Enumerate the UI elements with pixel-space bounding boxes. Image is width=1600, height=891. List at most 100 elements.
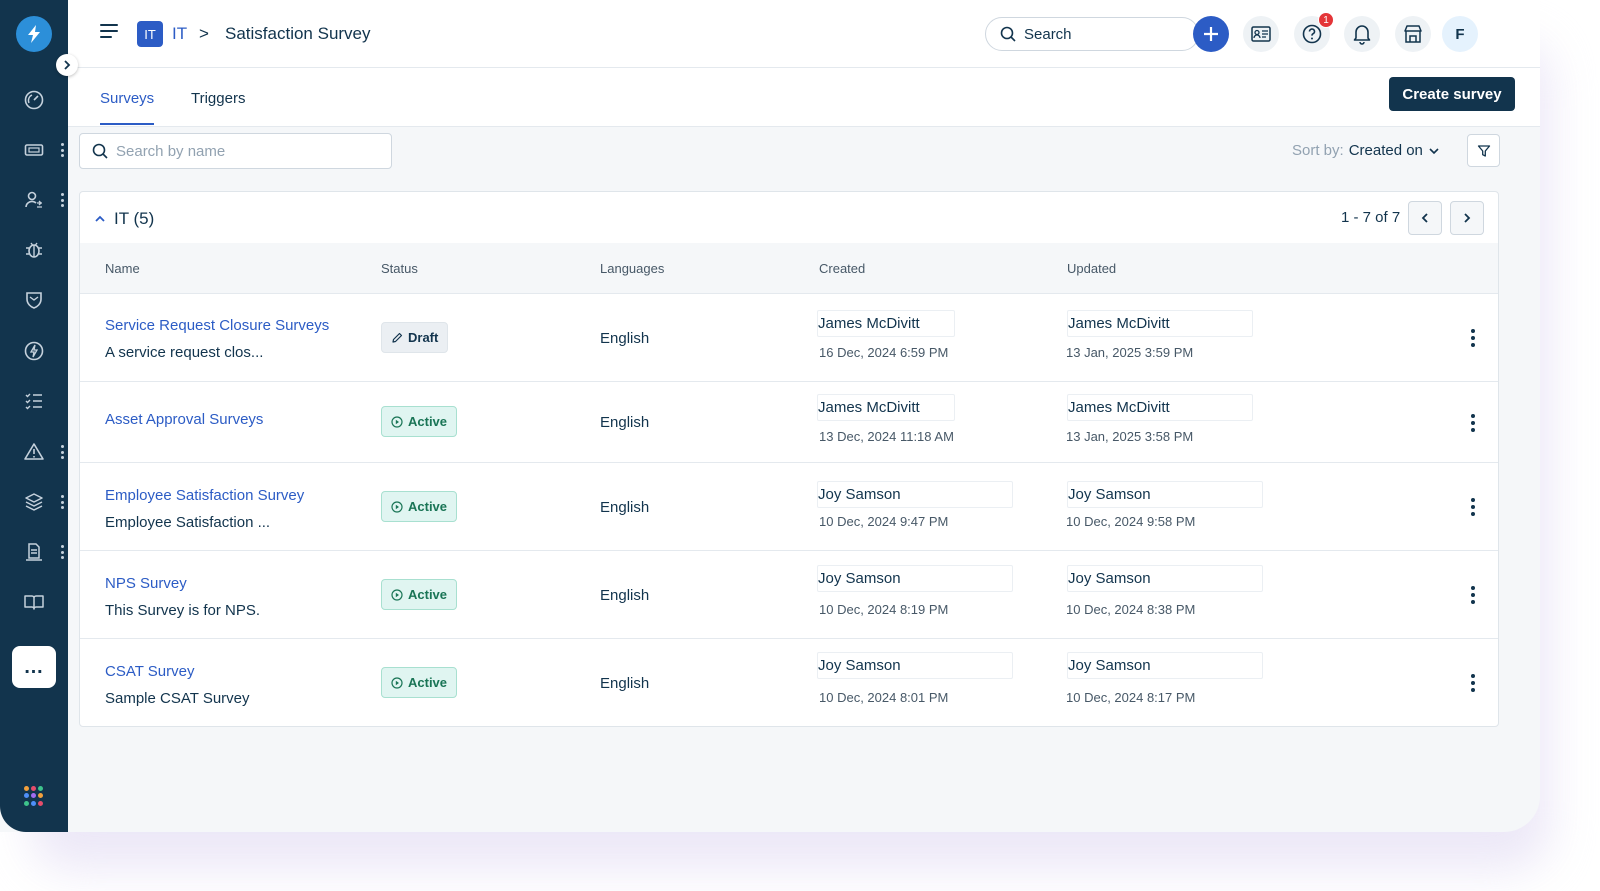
rail-tickets-menu-icon[interactable] [61,143,64,157]
contact-card-button[interactable] [1243,16,1279,52]
sort-dropdown[interactable]: Sort by: Created on [1292,142,1440,159]
row-actions-menu-icon[interactable] [1470,329,1476,347]
shield-icon [26,292,42,309]
column-name[interactable]: Name [105,261,140,276]
help-button[interactable]: 1 [1294,12,1334,52]
survey-description: Sample CSAT Survey [105,690,250,707]
created-by: Joy Samson [817,565,1013,592]
rail-contacts-menu-icon[interactable] [61,193,64,207]
rail-alerts[interactable] [0,432,68,472]
top-bar: IT IT > Satisfaction Survey Search 1 F [68,0,1540,68]
rail-solutions[interactable] [0,532,68,572]
previous-page-button[interactable] [1408,201,1442,235]
create-survey-button[interactable]: Create survey [1389,77,1515,111]
survey-language: English [600,587,650,604]
chevron-right-icon [1464,213,1471,223]
rail-expand-button[interactable] [56,54,78,76]
filter-button[interactable] [1467,134,1500,167]
apps-icon[interactable] [24,786,44,806]
dashboard-icon [24,90,44,110]
status-badge: Active [381,406,458,437]
row-actions-menu-icon[interactable] [1470,498,1476,516]
id-card-icon [1251,26,1271,42]
table-row[interactable]: NPS Survey This Survey is for NPS. Activ… [80,551,1498,639]
column-languages[interactable]: Languages [600,261,664,276]
survey-name-link[interactable]: CSAT Survey [105,663,194,680]
rail-tickets[interactable] [0,130,68,170]
status-label: Active [408,675,448,690]
play-circle-icon [391,588,403,601]
chevron-left-icon [1421,213,1428,223]
group-header[interactable]: IT (5) [94,209,154,229]
rail-solutions-menu-icon[interactable] [61,545,64,559]
updated-by: Joy Samson [1067,565,1263,592]
rail-assets[interactable] [0,482,68,522]
updated-by: James McDivitt [1067,394,1253,421]
rail-dashboard[interactable] [0,80,68,120]
created-on: 10 Dec, 2024 8:01 PM [819,690,949,705]
survey-search-placeholder: Search by name [116,142,226,160]
help-notification-badge: 1 [1318,12,1334,28]
next-page-button[interactable] [1450,201,1484,235]
breadcrumb-workspace[interactable]: IT [172,24,187,44]
survey-description: A service request clos... [105,344,264,361]
survey-name-link[interactable]: Service Request Closure Surveys [105,317,329,334]
help-icon [1302,24,1322,44]
updated-on: 10 Dec, 2024 8:38 PM [1066,602,1196,617]
global-search-label: Search [1024,25,1072,43]
bell-icon [1353,25,1371,45]
row-actions-menu-icon[interactable] [1470,414,1476,432]
survey-language: English [600,414,650,431]
row-actions-menu-icon[interactable] [1470,586,1476,604]
search-icon [1000,26,1016,42]
table-row[interactable]: Employee Satisfaction Survey Employee Sa… [80,463,1498,551]
created-by: James McDivitt [817,310,955,337]
global-search-input[interactable]: Search [985,17,1199,51]
updated-on: 13 Jan, 2025 3:58 PM [1066,429,1194,444]
table-row[interactable]: CSAT Survey Sample CSAT Survey Active En… [80,639,1498,726]
play-circle-icon [391,676,403,689]
rail-alerts-menu-icon[interactable] [61,445,64,459]
marketplace-button[interactable] [1395,16,1431,52]
rail-knowledge[interactable] [0,582,68,622]
product-logo-icon[interactable] [16,16,52,52]
more-icon[interactable]: … [12,646,56,688]
tasks-icon [25,393,42,410]
layers-icon [25,493,43,511]
survey-name-link[interactable]: Employee Satisfaction Survey [105,487,304,504]
survey-search-input[interactable]: Search by name [79,133,392,169]
user-avatar[interactable]: F [1442,16,1478,52]
sort-label: Sort by: [1292,142,1344,159]
rail-changes[interactable] [0,280,68,320]
rail-tasks[interactable] [0,381,68,421]
survey-name-link[interactable]: Asset Approval Surveys [105,411,263,428]
updated-on: 10 Dec, 2024 8:17 PM [1066,690,1196,705]
tab-surveys[interactable]: Surveys [100,90,155,125]
workspace-badge[interactable]: IT [137,21,163,47]
rail-problems[interactable] [0,230,68,270]
sort-value: Created on [1348,142,1423,159]
tab-triggers[interactable]: Triggers [191,90,245,123]
rail-contacts[interactable] [0,180,68,220]
table-row[interactable]: Service Request Closure Surveys A servic… [80,294,1498,382]
rail-releases[interactable] [0,331,68,371]
new-item-button[interactable] [1193,16,1229,52]
created-by: Joy Samson [817,481,1013,508]
survey-name-link[interactable]: NPS Survey [105,575,187,592]
table-row[interactable]: Asset Approval Surveys Active English Ja… [80,382,1498,463]
hamburger-menu-icon[interactable] [100,24,120,40]
chevron-down-icon [1429,147,1439,154]
chevron-right-icon [64,60,71,70]
column-updated[interactable]: Updated [1067,261,1116,276]
rail-assets-menu-icon[interactable] [61,495,64,509]
notifications-button[interactable] [1344,16,1380,52]
screen: … IT IT > Satisfaction Survey Search 1 F… [0,0,1600,891]
updated-by: James McDivitt [1067,310,1253,337]
contacts-icon [25,191,42,208]
row-actions-menu-icon[interactable] [1470,674,1476,692]
column-created[interactable]: Created [819,261,865,276]
created-on: 13 Dec, 2024 11:18 AM [819,429,954,444]
survey-description: This Survey is for NPS. [105,602,261,619]
column-status[interactable]: Status [381,261,418,276]
survey-group-card: IT (5) 1 - 7 of 7 Name Status Languages … [79,191,1499,727]
